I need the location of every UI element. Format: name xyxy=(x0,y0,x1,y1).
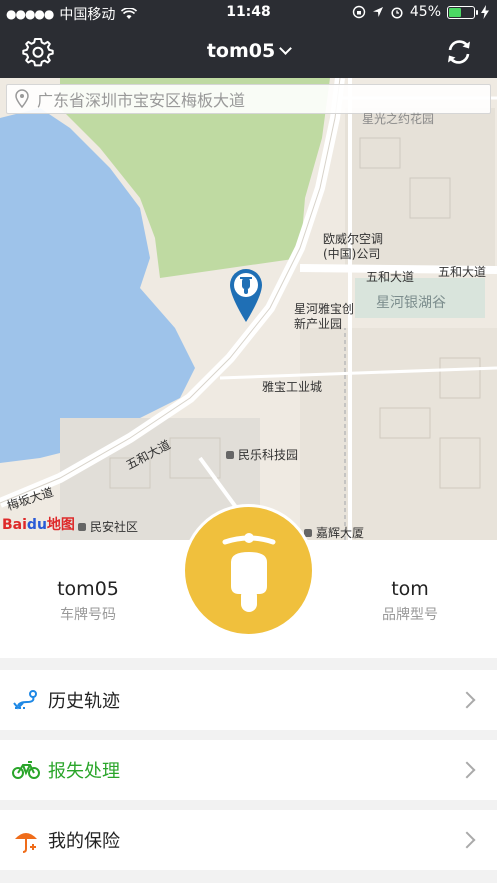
screen: ●●●●● 中国移动 11:48 45% tom05 广东省深圳市宝安区梅板大道… xyxy=(0,0,497,883)
bicycle-icon xyxy=(12,756,40,784)
map-label-minan-text: 民安社区 xyxy=(90,520,139,534)
top-bar: ●●●●● 中国移动 11:48 45% tom05 xyxy=(0,0,497,78)
brand-block: tom 品牌型号 xyxy=(340,578,480,624)
address-text: 广东省深圳市宝安区梅板大道 xyxy=(37,91,246,110)
chevron-down-icon xyxy=(279,42,293,55)
vehicle-location-marker[interactable] xyxy=(229,268,263,324)
map-label-xinghe-yabao: 星河雅宝创 新产业园 xyxy=(294,302,355,331)
map-label-jiahui: 嘉辉大厦 xyxy=(304,524,364,540)
map-label-minle: 民乐科技园 xyxy=(226,446,298,463)
location-pin-icon xyxy=(15,89,29,109)
rotation-lock-icon xyxy=(352,5,366,19)
menu-label: 报失处理 xyxy=(48,761,120,782)
umbrella-icon xyxy=(12,826,40,854)
route-icon xyxy=(12,686,40,714)
chevron-right-icon xyxy=(458,831,476,849)
battery-fill xyxy=(449,7,461,17)
brand-model: tom xyxy=(391,578,429,600)
chevron-right-icon xyxy=(458,761,476,779)
alarm-icon xyxy=(391,7,403,19)
status-right: 45% xyxy=(352,4,489,20)
map-label-xinghe-yinhu: 星河银湖谷 xyxy=(376,295,446,311)
menu-label: 历史轨迹 xyxy=(48,691,120,712)
plate-number: tom05 xyxy=(57,578,119,600)
map-label-yabao-city: 雅宝工业城 xyxy=(262,380,323,394)
menu-item-history[interactable]: 历史轨迹 xyxy=(0,670,497,730)
plate-label: 车牌号码 xyxy=(60,607,116,623)
menu-item-insurance[interactable]: 我的保险 xyxy=(0,810,497,870)
logo-text-map: 地图 xyxy=(46,517,75,533)
map-pin-icon xyxy=(230,269,262,322)
menu-item-report-lost[interactable]: 报失处理 xyxy=(0,740,497,800)
status-bar: ●●●●● 中国移动 11:48 45% xyxy=(0,0,497,26)
map-label-jiahui-text: 嘉辉大厦 xyxy=(316,526,365,540)
page-title: tom05 xyxy=(206,40,276,62)
logo-text-bai: Bai xyxy=(2,517,27,533)
map-label-minan: 民安社区 xyxy=(78,518,138,535)
map-label-road-wuhe-right-2: 五和大道 xyxy=(438,265,487,279)
map-label-road-wuhe-right: 五和大道 xyxy=(366,270,415,284)
map-label-aux: 欧威尔空调 (中国)公司 xyxy=(323,232,384,261)
plate-block: tom05 车牌号码 xyxy=(18,578,158,624)
chevron-right-icon xyxy=(458,691,476,709)
charging-icon xyxy=(481,5,489,19)
map-label-minle-text: 民乐科技园 xyxy=(238,448,299,462)
vehicle-avatar[interactable] xyxy=(182,504,315,637)
baidu-logo: Baidu地图 xyxy=(2,514,75,534)
brand-label: 品牌型号 xyxy=(382,607,438,623)
refresh-icon xyxy=(448,40,470,64)
poi-icon xyxy=(78,523,86,531)
location-arrow-icon xyxy=(372,7,383,17)
battery-percent: 45% xyxy=(409,4,441,20)
map-label-garden: 星光之约花园 xyxy=(362,112,435,126)
map-view[interactable]: 广东省深圳市宝安区梅板大道 星光之约花园 欧威尔空调 (中国)公司 五和大道 五… xyxy=(0,78,497,540)
menu-list: 历史轨迹 报失处理 我的保险 xyxy=(0,670,497,880)
nav-bar: tom05 xyxy=(0,26,497,78)
menu-label: 我的保险 xyxy=(48,831,120,852)
scooter-icon xyxy=(222,532,275,612)
device-switcher[interactable]: tom05 xyxy=(0,40,497,62)
logo-text-du: du xyxy=(26,517,47,533)
poi-icon xyxy=(226,451,234,459)
battery-icon xyxy=(447,5,478,19)
refresh-button[interactable] xyxy=(443,36,475,68)
